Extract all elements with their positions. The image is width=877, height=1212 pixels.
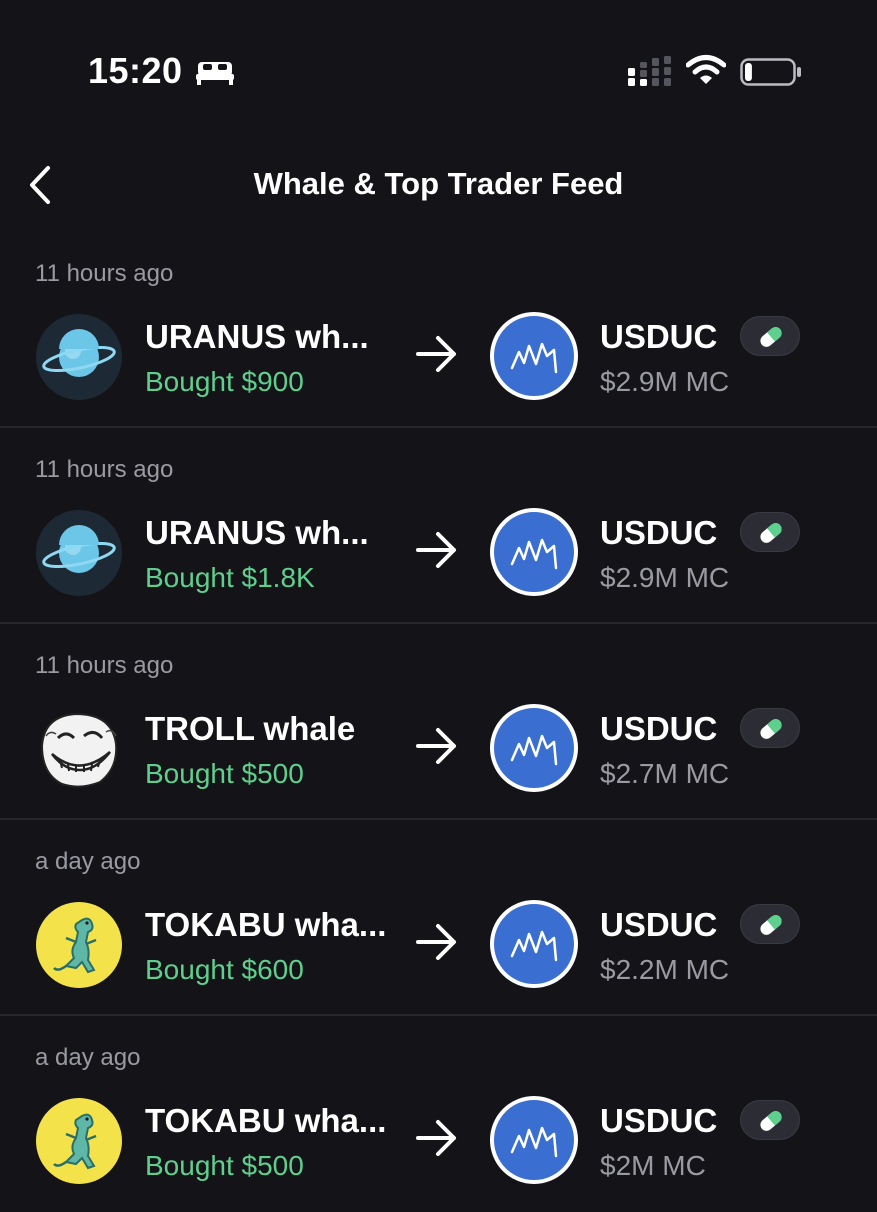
feed-item[interactable]: 11 hours ago URANUS wh... Bought $1.8K U…	[0, 428, 877, 624]
trade-amount: Bought $600	[145, 954, 304, 985]
trade-amount: Bought $1.8K	[145, 562, 315, 593]
usduc-chart-avatar	[510, 930, 558, 962]
pill-icon	[760, 1111, 782, 1131]
token-name[interactable]: USDUC	[600, 318, 717, 356]
token-name[interactable]: USDUC	[600, 514, 717, 552]
arrow-right-icon	[416, 532, 456, 568]
trade-amount: Bought $900	[145, 366, 304, 397]
pill-badge[interactable]	[740, 708, 800, 748]
status-bar: 15:20	[0, 0, 877, 130]
feed-item[interactable]: a day ago TOKABU wha... Bought $500 USDU…	[0, 1016, 877, 1212]
pill-icon	[760, 523, 782, 543]
feed-item[interactable]: 11 hours ago URANUS wh... Bought $900 US…	[0, 232, 877, 428]
time-ago: 11 hours ago	[35, 260, 174, 287]
arrow-right-icon	[416, 728, 456, 764]
market-cap: $2.9M MC	[600, 562, 730, 593]
page-title: Whale & Top Trader Feed	[253, 166, 624, 201]
token-name[interactable]: USDUC	[600, 906, 717, 944]
pill-icon	[760, 719, 782, 739]
tokabu-lizard-icon	[36, 1098, 122, 1184]
pill-icon	[760, 327, 782, 347]
trader-name[interactable]: TOKABU wha...	[145, 906, 386, 944]
trader-name[interactable]: URANUS wh...	[145, 318, 369, 356]
trader-name[interactable]: TOKABU wha...	[145, 1102, 386, 1140]
pill-icon	[760, 915, 782, 935]
nav-bar: Whale & Top Trader Feed	[0, 150, 877, 220]
token-name[interactable]: USDUC	[600, 710, 717, 748]
usduc-chart-avatar	[510, 734, 558, 766]
usduc-chart-avatar	[510, 538, 558, 570]
market-cap: $2.2M MC	[600, 954, 730, 985]
usduc-chart-avatar	[510, 1126, 558, 1158]
arrow-right-icon	[416, 1120, 456, 1156]
time-ago: a day ago	[35, 848, 141, 875]
usduc-chart-avatar	[510, 342, 558, 374]
bed-icon	[196, 62, 234, 85]
token-avatar[interactable]	[490, 312, 578, 400]
trollface-icon	[36, 706, 122, 792]
time-ago: a day ago	[35, 1044, 141, 1071]
time-ago: 11 hours ago	[35, 652, 174, 679]
pill-badge[interactable]	[740, 316, 800, 356]
market-cap: $2.9M MC	[600, 366, 730, 397]
tokabu-lizard-icon	[36, 902, 122, 988]
uranus-planet-icon	[36, 510, 122, 596]
trade-feed: 11 hours ago URANUS wh... Bought $900 US…	[0, 232, 877, 1212]
wifi-icon	[686, 55, 726, 84]
trade-amount: Bought $500	[145, 1150, 304, 1181]
feed-item[interactable]: a day ago TOKABU wha... Bought $600 USDU…	[0, 820, 877, 1016]
battery-icon	[740, 58, 801, 86]
token-avatar[interactable]	[490, 900, 578, 988]
token-avatar[interactable]	[490, 1096, 578, 1184]
trader-avatar[interactable]	[36, 1098, 122, 1184]
pill-badge[interactable]	[740, 1100, 800, 1140]
market-cap: $2M MC	[600, 1150, 706, 1181]
feed-item[interactable]: 11 hours ago TROLL whale Bought $500 USD…	[0, 624, 877, 820]
uranus-planet-icon	[36, 314, 122, 400]
token-avatar[interactable]	[490, 704, 578, 792]
token-name[interactable]: USDUC	[600, 1102, 717, 1140]
token-avatar[interactable]	[490, 508, 578, 596]
pill-badge[interactable]	[740, 904, 800, 944]
trader-avatar[interactable]	[36, 706, 122, 792]
trader-avatar[interactable]	[36, 314, 122, 400]
market-cap: $2.7M MC	[600, 758, 730, 789]
status-time: 15:20	[88, 50, 183, 91]
time-ago: 11 hours ago	[35, 456, 174, 483]
trader-name[interactable]: URANUS wh...	[145, 514, 369, 552]
trader-avatar[interactable]	[36, 902, 122, 988]
arrow-right-icon	[416, 336, 456, 372]
arrow-right-icon	[416, 924, 456, 960]
pill-badge[interactable]	[740, 512, 800, 552]
signal-icon	[628, 56, 671, 86]
trader-name[interactable]: TROLL whale	[145, 710, 355, 748]
trader-avatar[interactable]	[36, 510, 122, 596]
trade-amount: Bought $500	[145, 758, 304, 789]
